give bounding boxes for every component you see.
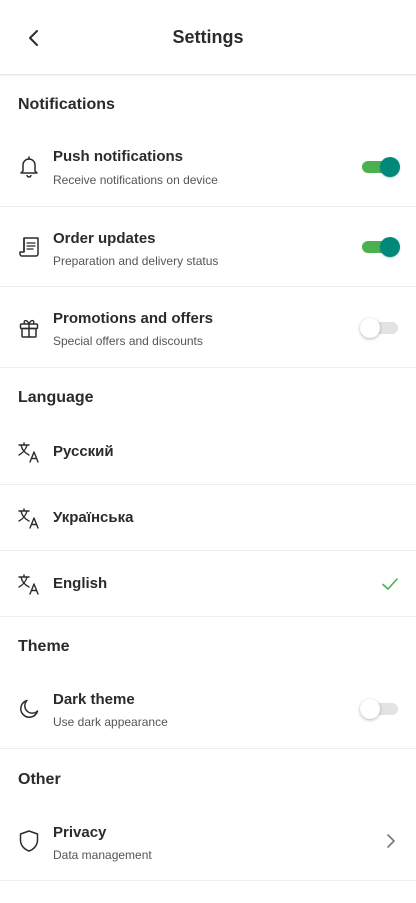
- language-label: Русский: [53, 443, 114, 460]
- setting-subtitle: Preparation and delivery status: [53, 254, 219, 268]
- translate-icon: [16, 571, 42, 597]
- setting-subtitle: Special offers and discounts: [53, 334, 203, 348]
- language-label: Українська: [53, 509, 134, 526]
- setting-row-dark-theme[interactable]: Dark theme Use dark appearance: [0, 668, 416, 749]
- setting-title: Dark theme: [53, 691, 135, 708]
- language-label: English: [53, 575, 108, 592]
- translate-icon: [16, 505, 42, 531]
- setting-row-push-notifications[interactable]: Push notifications Receive notifications…: [0, 126, 416, 207]
- setting-title: Push notifications: [53, 148, 184, 165]
- page-title: Settings: [172, 27, 244, 47]
- setting-row-order-updates[interactable]: Order updates Preparation and delivery s…: [0, 207, 416, 287]
- setting-subtitle: Data management: [53, 848, 152, 862]
- translate-icon: [16, 439, 42, 465]
- setting-subtitle: Receive notifications on device: [53, 173, 218, 187]
- setting-row-promotions[interactable]: Promotions and offers Special offers and…: [0, 287, 416, 368]
- setting-title: Privacy: [53, 824, 107, 841]
- chevron-right-icon: [384, 832, 398, 850]
- bell-icon: [16, 153, 42, 179]
- moon-icon: [16, 696, 42, 722]
- setting-title: Order updates: [53, 230, 156, 247]
- app-header: Settings: [0, 0, 416, 75]
- checkmark-icon: [380, 574, 400, 594]
- shield-icon: [16, 828, 42, 854]
- push-notifications-toggle[interactable]: [360, 156, 400, 178]
- dark-theme-toggle[interactable]: [360, 698, 400, 720]
- language-row-english[interactable]: English: [0, 551, 416, 617]
- order-updates-toggle[interactable]: [360, 236, 400, 258]
- section-title-other: Other: [18, 771, 61, 788]
- receipt-icon: [16, 234, 42, 260]
- setting-subtitle: Use dark appearance: [53, 715, 168, 729]
- section-title-theme: Theme: [18, 638, 70, 655]
- promotions-toggle[interactable]: [360, 317, 400, 339]
- setting-title: Promotions and offers: [53, 310, 214, 327]
- section-title-language: Language: [18, 389, 94, 406]
- section-title-notifications: Notifications: [18, 96, 115, 113]
- language-row-russian[interactable]: Русский: [0, 419, 416, 485]
- language-row-ukrainian[interactable]: Українська: [0, 485, 416, 551]
- gift-icon: [16, 315, 42, 341]
- setting-row-privacy[interactable]: Privacy Data management: [0, 801, 416, 881]
